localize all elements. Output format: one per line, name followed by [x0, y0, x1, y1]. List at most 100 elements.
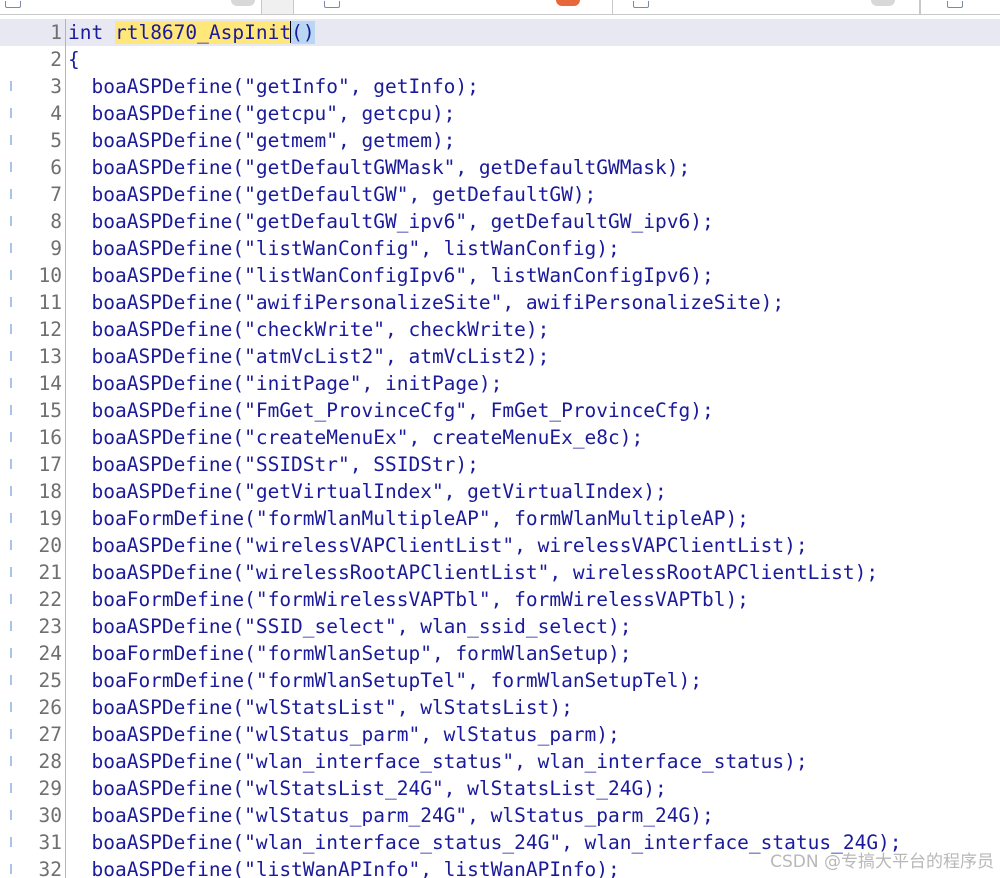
code-line[interactable]: 20 boaASPDefine("wirelessVAPClientList",…	[0, 532, 1000, 559]
line-text: boaASPDefine("SSIDStr", SSIDStr);	[68, 453, 479, 476]
matched-parens: ()	[291, 21, 315, 44]
fold-guide	[65, 208, 66, 235]
line-number: 29	[38, 777, 62, 800]
code-line[interactable]: 25 boaFormDefine("formWlanSetupTel", for…	[0, 667, 1000, 694]
fold-guide	[65, 613, 66, 640]
editor-tab-1[interactable]	[0, 0, 262, 14]
code-line[interactable]: 1 int rtl8670_AspInit()	[0, 19, 1000, 46]
code-line[interactable]: 21 boaASPDefine("wirelessRootAPClientLis…	[0, 559, 1000, 586]
line-text: boaASPDefine("getDefaultGW_ipv6", getDef…	[68, 210, 714, 233]
line-text: boaASPDefine("listWanConfigIpv6", listWa…	[68, 264, 714, 287]
code-line[interactable]: 15 boaASPDefine("FmGet_ProvinceCfg", FmG…	[0, 397, 1000, 424]
line-text: boaASPDefine("initPage", initPage);	[68, 372, 503, 395]
fold-guide	[65, 46, 66, 73]
fold-guide	[65, 721, 66, 748]
line-number: 9	[50, 237, 62, 260]
line-text: boaFormDefine("formWlanSetupTel", formWl…	[68, 669, 702, 692]
line-text: boaASPDefine("listWanConfig", listWanCon…	[68, 237, 620, 260]
fold-guide	[65, 667, 66, 694]
watermark: CSDN @专搞大平台的程序员	[770, 852, 994, 872]
line-text: boaASPDefine("checkWrite", checkWrite);	[68, 318, 550, 341]
line-number: 20	[38, 534, 62, 557]
fold-guide	[65, 451, 66, 478]
code-line[interactable]: 22 boaFormDefine("formWirelessVAPTbl", f…	[0, 586, 1000, 613]
fold-guide	[65, 73, 66, 100]
code-line[interactable]: 9 boaASPDefine("listWanConfig", listWanC…	[0, 235, 1000, 262]
line-text: boaASPDefine("getmem", getmem);	[68, 129, 456, 152]
line-number: 6	[50, 156, 62, 179]
fold-guide	[65, 235, 66, 262]
line-text: boaASPDefine("getcpu", getcpu);	[68, 102, 456, 125]
line-text: {	[68, 48, 80, 71]
code-line[interactable]: 13 boaASPDefine("atmVcList2", atmVcList2…	[0, 343, 1000, 370]
editor-tab-3[interactable]	[612, 0, 920, 14]
code-line[interactable]: 11 boaASPDefine("awifiPersonalizeSite", …	[0, 289, 1000, 316]
line-text: boaASPDefine("wlStatsList", wlStatsList)…	[68, 696, 573, 719]
code-line[interactable]: 3 boaASPDefine("getInfo", getInfo);	[0, 73, 1000, 100]
line-number: 2	[50, 48, 62, 71]
fold-guide	[65, 19, 66, 46]
line-number: 17	[38, 453, 62, 476]
line-number: 27	[38, 723, 62, 746]
code-editor[interactable]: 1 int rtl8670_AspInit() 2{3 boaASPDefine("…	[0, 16, 1000, 878]
line-number: 3	[50, 75, 62, 98]
fold-guide	[65, 532, 66, 559]
line-text: boaASPDefine("SSID_select", wlan_ssid_se…	[68, 615, 632, 638]
code-line[interactable]: 18 boaASPDefine("getVirtualIndex", getVi…	[0, 478, 1000, 505]
close-icon[interactable]	[231, 0, 255, 6]
fold-guide	[65, 829, 66, 856]
fold-guide	[65, 694, 66, 721]
fold-guide	[65, 424, 66, 451]
code-line[interactable]: 26 boaASPDefine("wlStatsList", wlStatsLi…	[0, 694, 1000, 721]
code-line[interactable]: 14 boaASPDefine("initPage", initPage);	[0, 370, 1000, 397]
line-number: 32	[38, 858, 62, 878]
highlighted-identifier: rtl8670_AspInit	[114, 21, 292, 44]
code-line[interactable]: 29 boaASPDefine("wlStatsList_24G", wlSta…	[0, 775, 1000, 802]
code-line[interactable]: 10 boaASPDefine("listWanConfigIpv6", lis…	[0, 262, 1000, 289]
editor-tab-4[interactable]	[920, 0, 1000, 14]
line-text: boaASPDefine("createMenuEx", createMenuE…	[68, 426, 644, 449]
line-number: 4	[50, 102, 62, 125]
line-text: boaFormDefine("formWirelessVAPTbl", form…	[68, 588, 749, 611]
code-line[interactable]: 2{	[0, 46, 1000, 73]
line-text: boaASPDefine("getDefaultGWMask", getDefa…	[68, 156, 691, 179]
line-number: 25	[38, 669, 62, 692]
fold-guide	[65, 289, 66, 316]
line-number: 24	[38, 642, 62, 665]
code-line[interactable]: 23 boaASPDefine("SSID_select", wlan_ssid…	[0, 613, 1000, 640]
code-line[interactable]: 7 boaASPDefine("getDefaultGW", getDefaul…	[0, 181, 1000, 208]
line-text: boaASPDefine("atmVcList2", atmVcList2);	[68, 345, 550, 368]
file-icon	[947, 1, 963, 8]
close-icon[interactable]	[871, 0, 895, 6]
keyword: int	[68, 21, 115, 44]
line-number: 19	[38, 507, 62, 530]
code-line[interactable]: 24 boaFormDefine("formWlanSetup", formWl…	[0, 640, 1000, 667]
editor-tab-2[interactable]	[293, 0, 613, 14]
code-line[interactable]: 19 boaFormDefine("formWlanMultipleAP", f…	[0, 505, 1000, 532]
code-line[interactable]: 30 boaASPDefine("wlStatus_parm_24G", wlS…	[0, 802, 1000, 829]
fold-guide	[65, 478, 66, 505]
line-number: 13	[38, 345, 62, 368]
code-line[interactable]: 6 boaASPDefine("getDefaultGWMask", getDe…	[0, 154, 1000, 181]
fold-guide	[65, 559, 66, 586]
line-number: 26	[38, 696, 62, 719]
code-line[interactable]: 27 boaASPDefine("wlStatus_parm", wlStatu…	[0, 721, 1000, 748]
line-number: 16	[38, 426, 62, 449]
code-line[interactable]: 16 boaASPDefine("createMenuEx", createMe…	[0, 424, 1000, 451]
code-line[interactable]: 8 boaASPDefine("getDefaultGW_ipv6", getD…	[0, 208, 1000, 235]
code-line[interactable]: 28 boaASPDefine("wlan_interface_status",…	[0, 748, 1000, 775]
line-number: 31	[38, 831, 62, 854]
code-line[interactable]: 17 boaASPDefine("SSIDStr", SSIDStr);	[0, 451, 1000, 478]
code-line[interactable]: 4 boaASPDefine("getcpu", getcpu);	[0, 100, 1000, 127]
line-text: boaASPDefine("wlan_interface_status", wl…	[68, 750, 808, 773]
tab-bar	[0, 0, 1000, 15]
line-text: boaASPDefine("wlStatus_parm_24G", wlStat…	[68, 804, 714, 827]
line-text: boaASPDefine("wirelessRootAPClientList",…	[68, 561, 879, 584]
code-line[interactable]: 12 boaASPDefine("checkWrite", checkWrite…	[0, 316, 1000, 343]
line-number: 12	[38, 318, 62, 341]
code-line[interactable]: 5 boaASPDefine("getmem", getmem);	[0, 127, 1000, 154]
file-icon	[633, 1, 649, 8]
line-number: 8	[50, 210, 62, 233]
close-icon[interactable]	[556, 0, 580, 6]
file-icon	[324, 1, 340, 8]
